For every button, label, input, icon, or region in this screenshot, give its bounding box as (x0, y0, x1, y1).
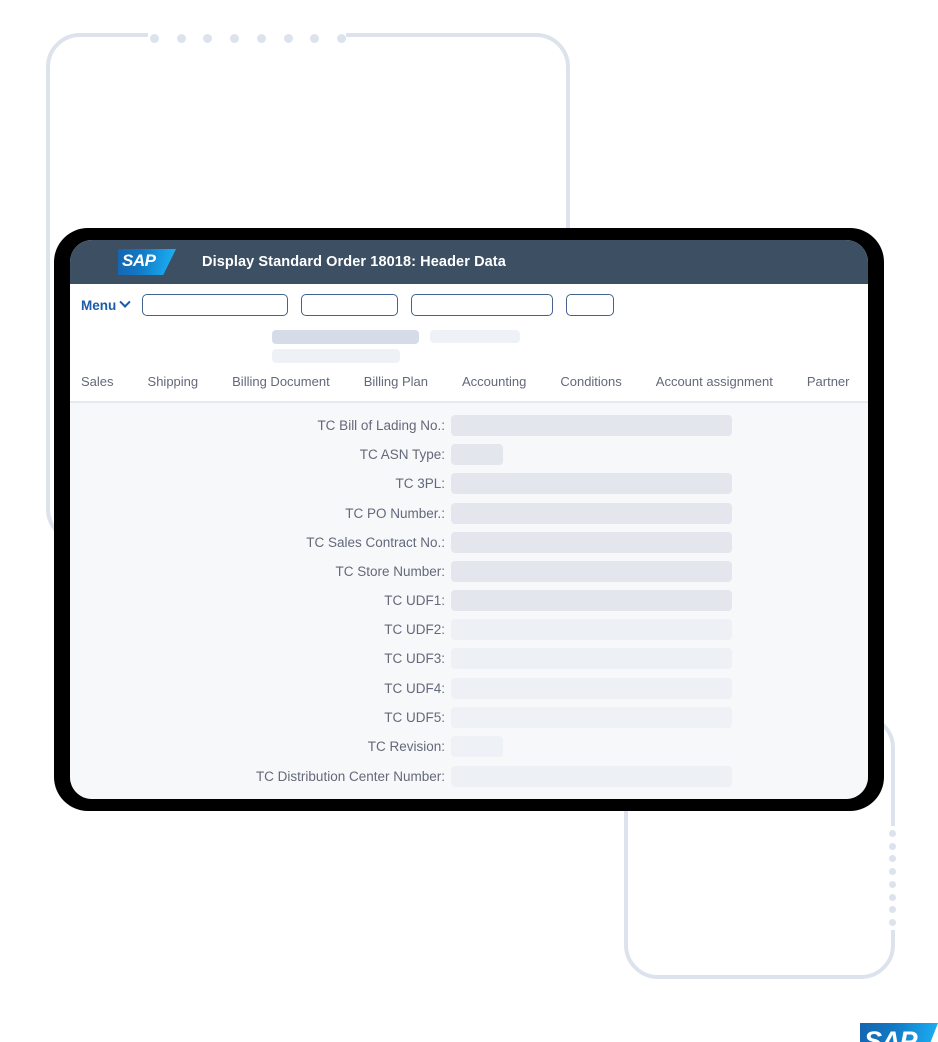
field-input-tc-udf5[interactable] (451, 706, 732, 728)
tab-label: Sales (81, 374, 114, 389)
tab-sales[interactable]: Sales (81, 373, 114, 390)
decorative-dot-top-3 (203, 33, 213, 43)
tab-strip: Sales Shipping Billing Document Billing Pla… (70, 373, 868, 403)
toolbar-input-4[interactable] (566, 294, 615, 316)
form-row: TC UDF1: (70, 588, 868, 612)
field-label: TC Bill of Lading No.: (317, 417, 445, 433)
screenshot-root: SAP Display Standard Order 18018: Header… (0, 0, 938, 1042)
field-label: TC Distribution Center Number: (255, 768, 445, 784)
chevron-down-icon (119, 296, 131, 308)
form-row: TC Bill of Lading No.: (70, 413, 868, 437)
field-input-tc-distribution-center-number[interactable] (451, 765, 732, 787)
field-input-tc-bill-of-lading-no[interactable] (451, 414, 732, 436)
field-input-tc-po-number[interactable] (451, 502, 732, 524)
field-label: TC Sales Contract No.: (306, 534, 445, 550)
toolbar: Menu (70, 284, 868, 326)
skeleton-bar-1 (272, 330, 419, 344)
form-row: TC Revision: (70, 734, 868, 758)
decorative-dot-top-1 (150, 33, 159, 43)
field-input-tc-udf3[interactable] (451, 647, 732, 669)
form-row: TC Store Number: (70, 559, 868, 583)
tab-label: Partner (806, 374, 850, 389)
decorative-dot-right-1 (888, 830, 896, 837)
header-data-form: TC Bill of Lading No.: TC ASN Type: TC 3PL… (70, 403, 868, 799)
tab-shipping[interactable]: Shipping (148, 373, 199, 390)
field-label: TC 3PL: (395, 475, 445, 491)
form-row: TC Distribution Center Number: (70, 764, 868, 788)
decorative-dot-top-8 (336, 33, 346, 43)
form-row: TC ASN Type: (70, 442, 868, 466)
tab-label: Account assignment (655, 374, 773, 389)
tab-label: Conditions (560, 374, 622, 389)
field-input-tc-asn-type[interactable] (451, 443, 503, 465)
tab-label: Accounting (462, 374, 527, 389)
form-row: TC Sales Contract No.: (70, 530, 868, 554)
tab-label: Shipping (147, 374, 199, 389)
decorative-dot-top-5 (256, 33, 266, 43)
tab-account-assignment[interactable]: Account assignment (656, 373, 773, 390)
decorative-dot-right-3 (888, 855, 896, 863)
toolbar-input-3[interactable] (411, 294, 554, 316)
decorative-dot-top-6 (283, 33, 293, 43)
toolbar-input-2[interactable] (301, 294, 399, 316)
field-label: TC Revision: (367, 738, 445, 754)
decorative-dot-right-6 (888, 893, 896, 901)
tab-label: Billing Document (232, 374, 330, 389)
form-row: TC UDF2: (70, 617, 868, 641)
menu-button-label: Menu (81, 297, 117, 313)
tab-conditions[interactable]: Conditions (560, 373, 621, 390)
field-label: TC Store Number: (335, 563, 445, 579)
field-input-tc-udf1[interactable] (451, 589, 732, 611)
field-label: TC ASN Type: (359, 446, 445, 462)
decorative-dots-top (150, 33, 346, 43)
form-row: TC PO Number.: (70, 501, 868, 525)
field-input-tc-udf4[interactable] (451, 677, 732, 699)
field-label: TC UDF2: (384, 621, 445, 637)
decorative-dot-right-7 (888, 906, 896, 914)
form-row: TC 3PL: (70, 471, 868, 495)
decorative-dot-top-4 (230, 33, 240, 43)
field-label: TC UDF4: (384, 680, 445, 696)
decorative-dot-top-7 (310, 33, 320, 43)
menu-button[interactable]: Menu (81, 296, 131, 313)
sap-logo-text: SAP (122, 251, 156, 270)
page-title: Display Standard Order 18018: Header Dat… (202, 254, 506, 270)
decorative-dot-right-5 (888, 880, 896, 888)
skeleton-bar-3 (272, 349, 400, 363)
tab-billing-plan[interactable]: Billing Plan (364, 373, 428, 390)
field-label: TC UDF1: (384, 592, 445, 608)
field-label: TC PO Number.: (345, 505, 445, 521)
decorative-dot-top-2 (176, 33, 186, 43)
field-input-tc-3pl[interactable] (451, 472, 732, 494)
sap-logo-corner-text: SAP (864, 1026, 918, 1042)
field-input-tc-udf2[interactable] (451, 618, 732, 640)
sap-logo-icon: SAP (118, 249, 176, 275)
tab-billing-document[interactable]: Billing Document (232, 373, 330, 390)
form-row: TC UDF3: (70, 646, 868, 670)
sap-application-window: SAP Display Standard Order 18018: Header… (70, 240, 868, 799)
toolbar-input-1[interactable] (142, 294, 289, 316)
field-input-tc-sales-contract-no[interactable] (451, 531, 732, 553)
skeleton-placeholder-area (70, 326, 868, 373)
field-input-tc-store-number[interactable] (451, 560, 732, 582)
sap-logo-corner-icon: SAP (860, 1023, 938, 1042)
app-header-bar: SAP Display Standard Order 18018: Header… (70, 240, 868, 284)
tab-partner[interactable]: Partner (807, 373, 850, 390)
decorative-dot-right-4 (888, 868, 896, 876)
skeleton-bar-2 (430, 330, 520, 343)
decorative-dot-right-2 (888, 842, 896, 850)
field-label: TC UDF5: (384, 709, 445, 725)
tab-accounting[interactable]: Accounting (462, 373, 526, 390)
field-input-tc-revision[interactable] (451, 735, 503, 757)
decorative-dot-right-8 (888, 918, 896, 926)
form-row: TC UDF4: (70, 676, 868, 700)
decorative-dots-right (887, 830, 897, 926)
tab-label: Billing Plan (363, 374, 429, 389)
form-row: TC UDF5: (70, 705, 868, 729)
field-label: TC UDF3: (384, 650, 445, 666)
